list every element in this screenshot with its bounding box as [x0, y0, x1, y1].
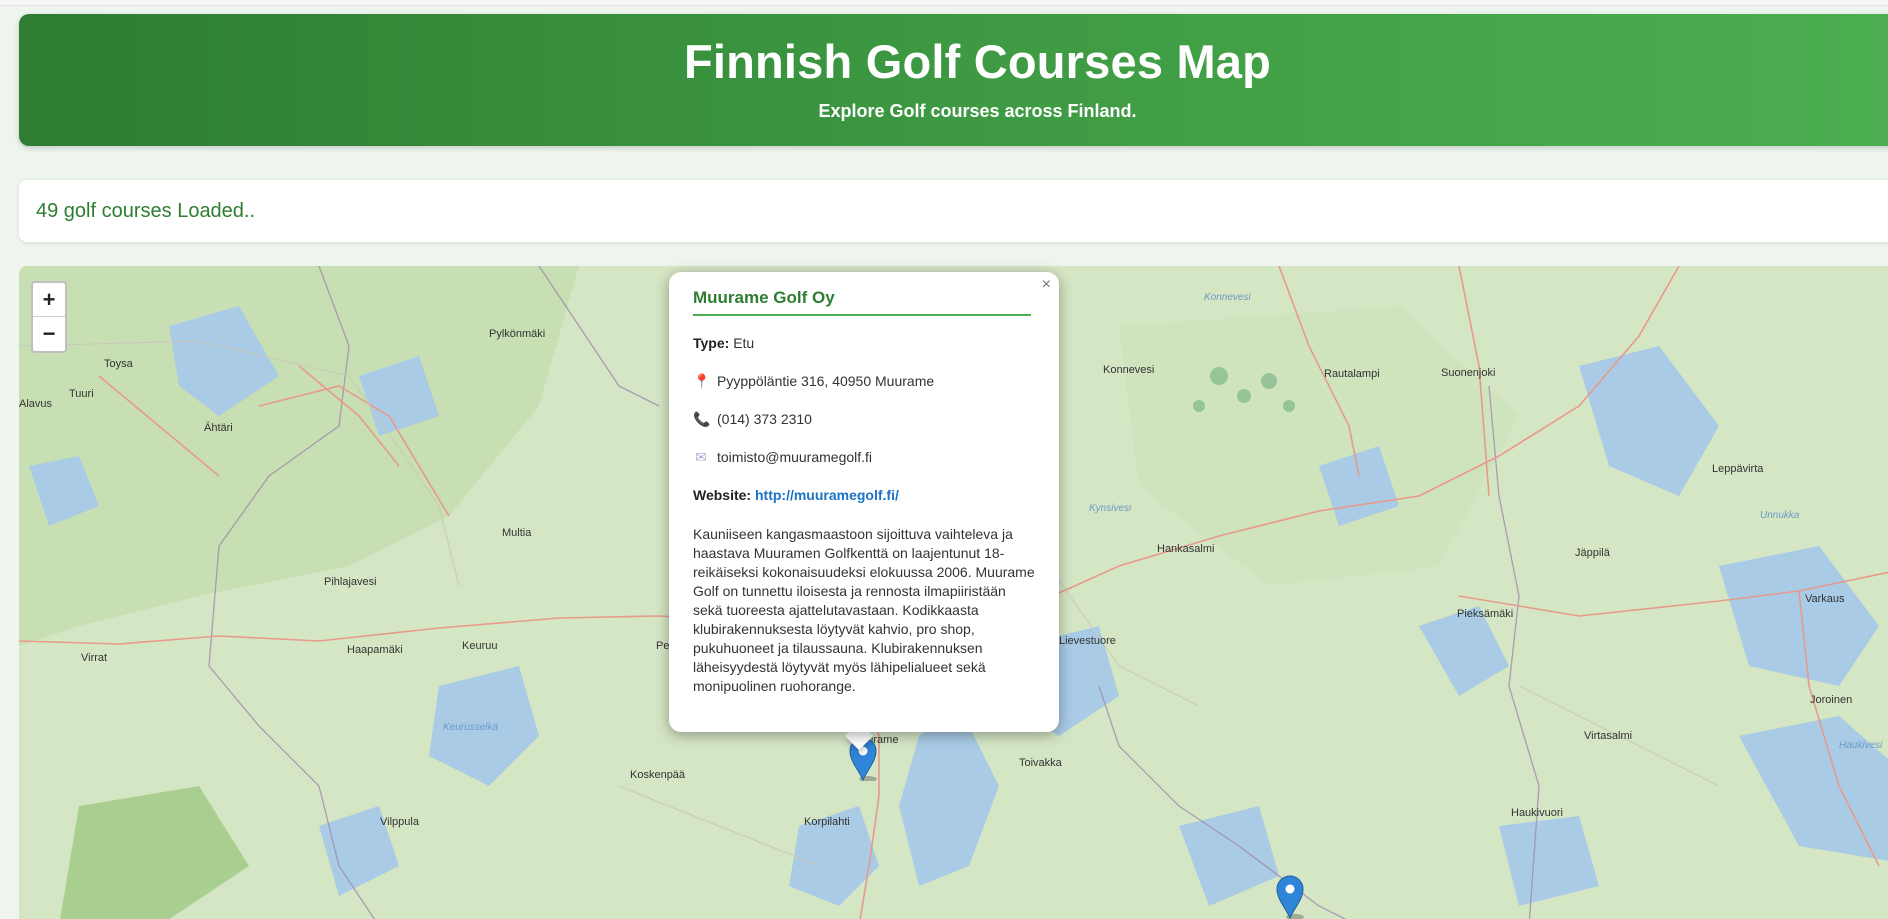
place-label: Tuuri	[69, 388, 94, 400]
zoom-control: + −	[31, 281, 67, 353]
type-label: Type:	[693, 335, 730, 351]
zoom-out-button[interactable]: −	[33, 317, 65, 351]
place-label: Alavus	[19, 398, 53, 410]
envelope-icon: ✉	[695, 449, 707, 465]
course-popup: × Muurame Golf Oy Type: Etu 📍 Pyyppölänti…	[669, 272, 1059, 732]
place-label: Leppävirta	[1712, 463, 1764, 475]
place-label: Pihlajavesi	[324, 576, 377, 588]
place-label: Jäppilä	[1575, 547, 1610, 559]
location-pin-icon: 📍	[693, 373, 711, 389]
place-label: Haapamäki	[347, 644, 403, 656]
courses-loaded-status: 49 golf courses Loaded..	[36, 200, 256, 222]
place-label: Rautalampi	[1324, 368, 1380, 380]
page-subtitle: Explore Golf courses across Finland.	[818, 101, 1137, 121]
place-label: Vilppula	[380, 816, 419, 828]
phone-row: 📞 (014) 373 2310	[693, 411, 812, 428]
place-label: Suonenjoki	[1441, 367, 1496, 379]
place-label: Koskenpää	[630, 769, 686, 781]
water-label: Kynsivesi	[1089, 503, 1132, 514]
course-type-row: Type: Etu	[693, 335, 754, 351]
water-label: Haukivesi	[1839, 740, 1883, 751]
place-label: Toysa	[104, 358, 133, 370]
address-text: Pyyppöläntie 316, 40950 Muurame	[717, 373, 935, 389]
browser-top-edge	[0, 0, 1888, 6]
place-label: Pieksämäki	[1457, 608, 1514, 620]
water-label: Konnevesi	[1204, 292, 1251, 303]
course-description: Kauniiseen kangasmaastoon sijoittuva vai…	[693, 526, 1035, 694]
status-bar: 49 golf courses Loaded..	[19, 180, 1888, 242]
page-title: Finnish Golf Courses Map	[683, 35, 1272, 88]
place-label: Ähtäri	[204, 422, 233, 434]
type-value: Etu	[733, 335, 755, 351]
place-label: Korpilahti	[804, 816, 850, 828]
place-label: Multia	[502, 527, 532, 539]
place-label: Haukivuori	[1511, 807, 1563, 819]
place-label: Joroinen	[1810, 694, 1853, 706]
place-label: Pylkönmäki	[489, 328, 546, 340]
place-label: Konnevesi	[1103, 364, 1155, 376]
place-label: Hankasalmi	[1157, 543, 1215, 555]
place-label: Toivakka	[1019, 757, 1062, 769]
place-label: Lievestuore	[1059, 635, 1116, 647]
place-label: Keuruu	[462, 640, 498, 652]
address-row: 📍 Pyyppöläntie 316, 40950 Muurame	[693, 373, 934, 390]
course-marker[interactable]	[1275, 873, 1305, 919]
place-label: Virtasalmi	[1584, 730, 1633, 742]
website-label: Website:	[693, 487, 752, 503]
email-text: toimisto@muuramegolf.fi	[717, 449, 873, 465]
phone-icon: 📞	[693, 411, 711, 427]
phone-text: (014) 373 2310	[717, 411, 812, 427]
place-label: Varkaus	[1805, 593, 1845, 605]
water-label: Unnukka	[1760, 510, 1800, 521]
zoom-in-button[interactable]: +	[33, 283, 65, 317]
email-row: ✉ toimisto@muuramegolf.fi	[693, 449, 872, 466]
popup-title: Muurame Golf Oy	[693, 288, 1031, 316]
place-label: Virrat	[81, 652, 108, 664]
place-label: Pe	[656, 640, 670, 652]
website-row: Website: http://muuramegolf.fi/	[693, 487, 899, 503]
page-header: Finnish Golf Courses Map Explore Golf co…	[19, 14, 1888, 146]
website-link[interactable]: http://muuramegolf.fi/	[755, 487, 899, 503]
popup-close-button[interactable]: ×	[1042, 276, 1051, 294]
water-label: Keurusselkä	[443, 722, 499, 733]
